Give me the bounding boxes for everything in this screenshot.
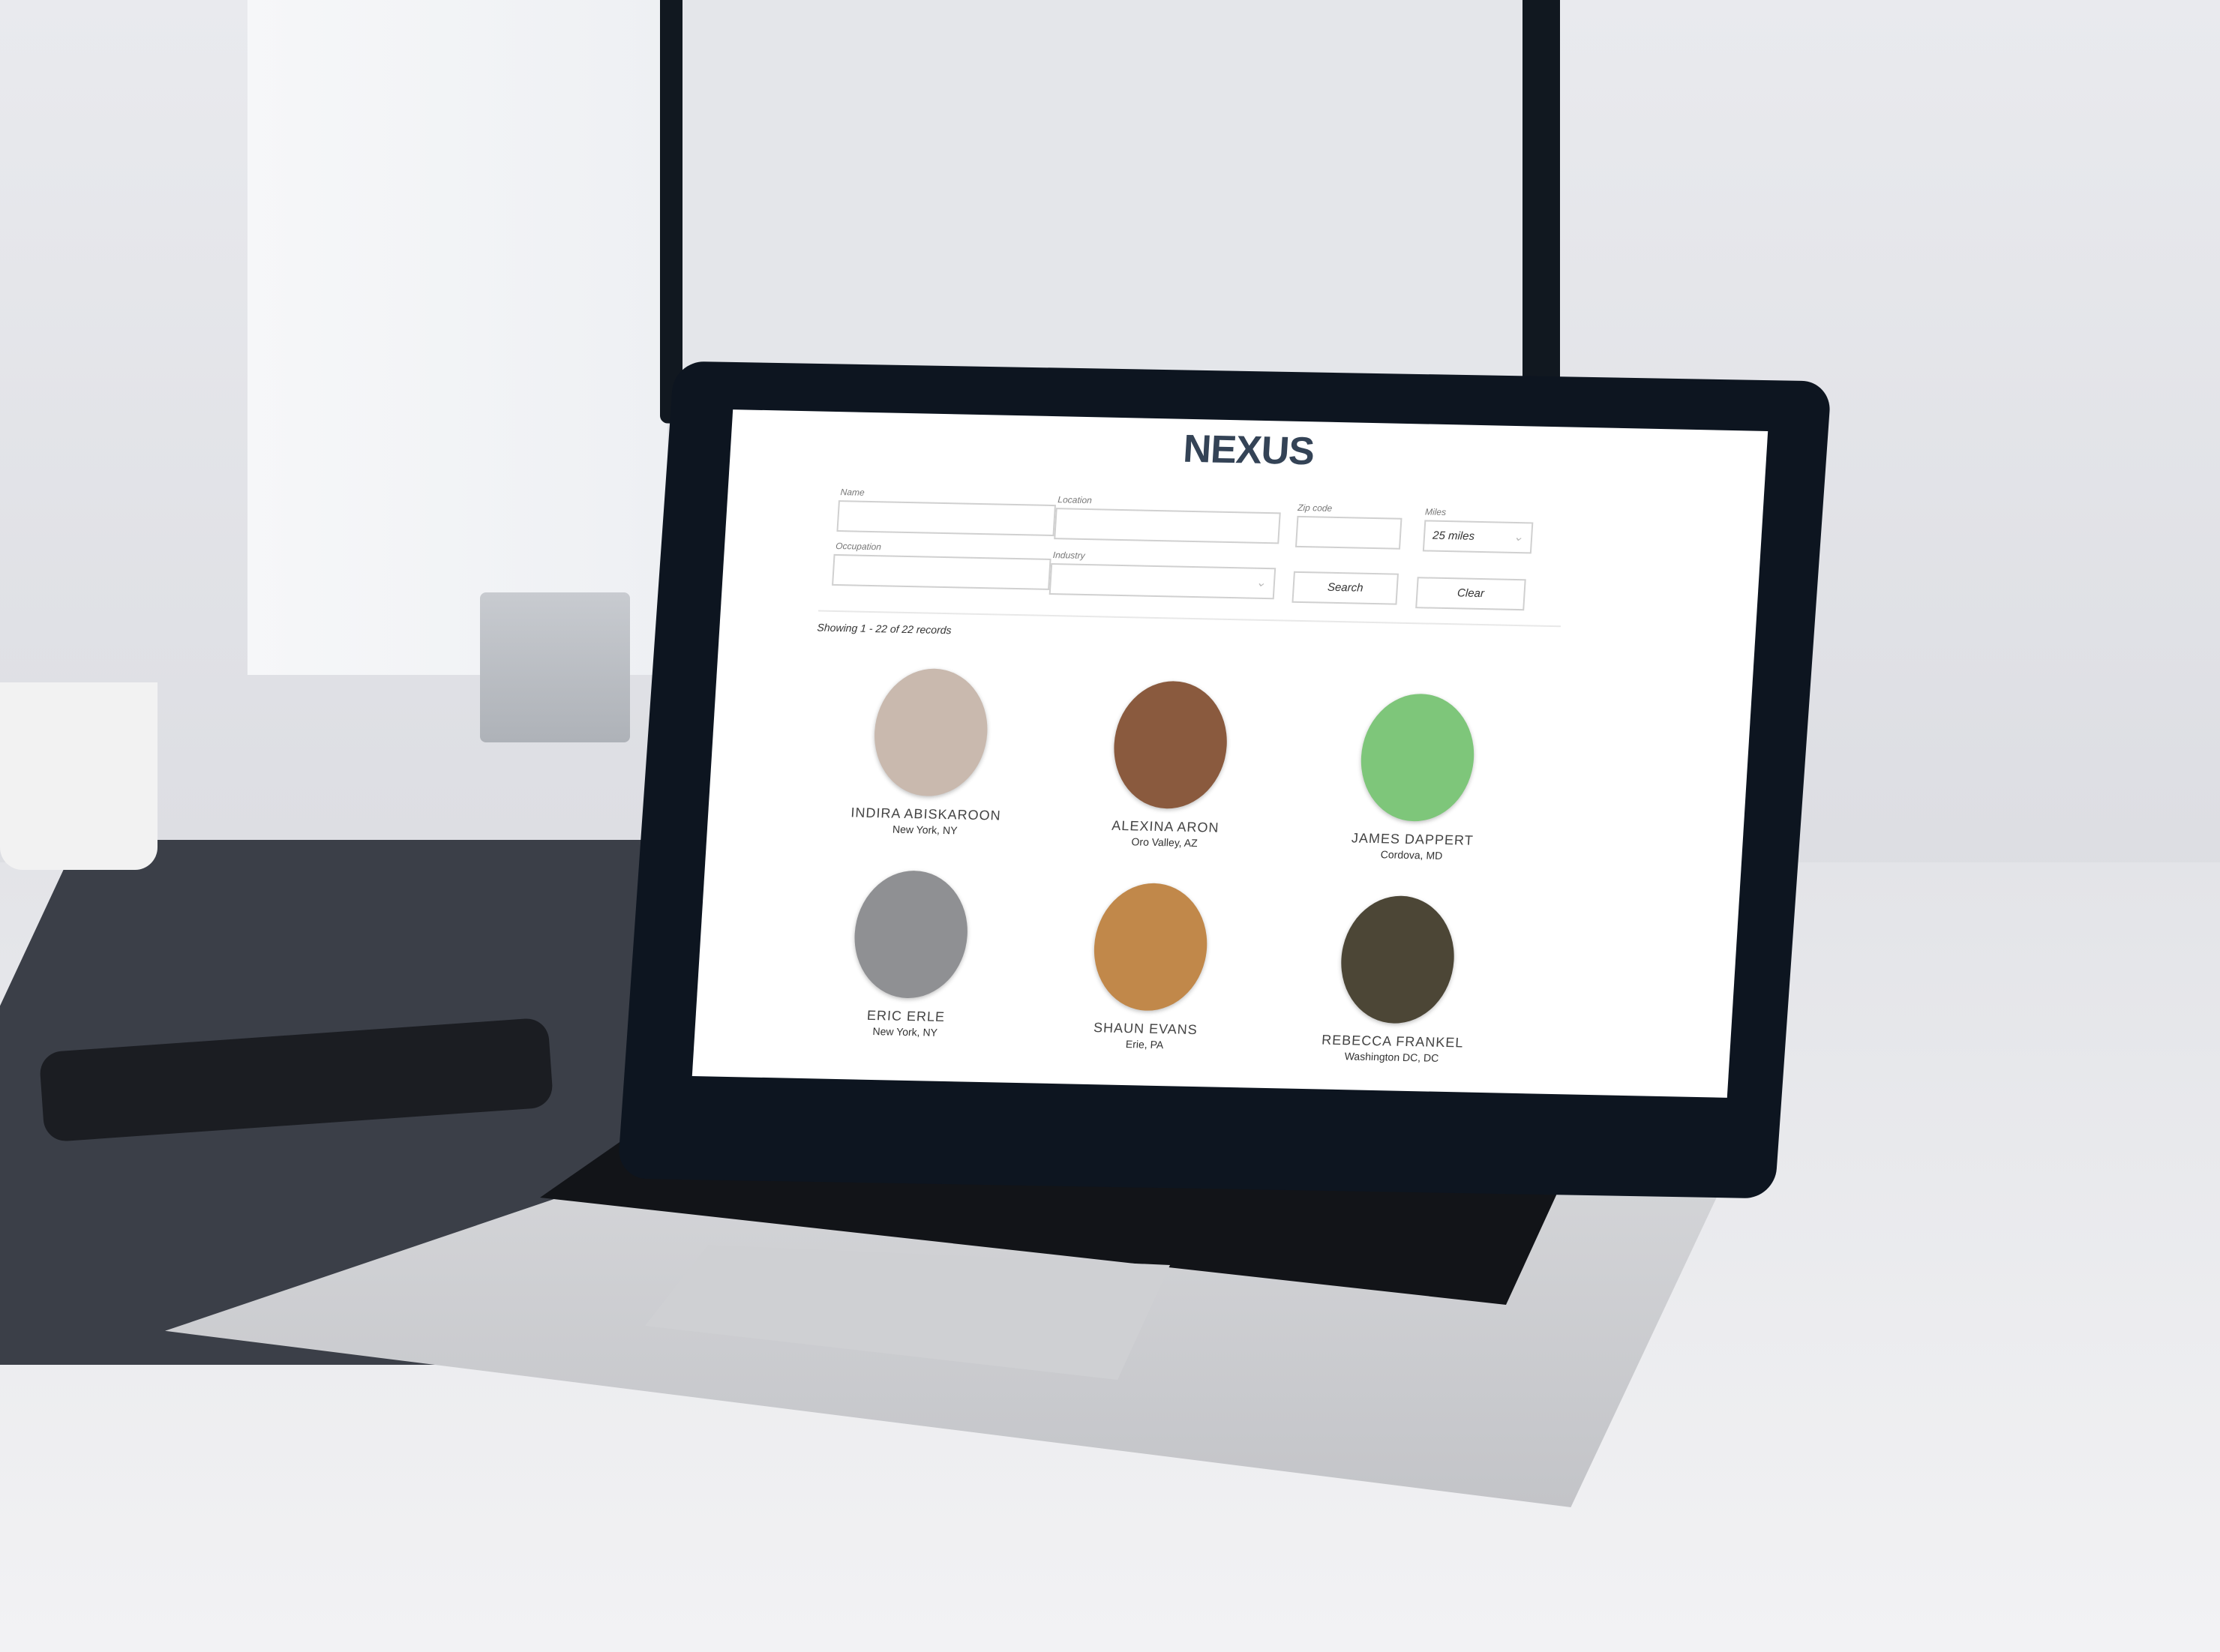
location-input[interactable] <box>1054 508 1281 544</box>
laptop-screen: NEXUS Name Location Zip code Miles 25 mi… <box>692 409 1768 1098</box>
avatar <box>1090 882 1211 1012</box>
search-button[interactable]: Search <box>1292 571 1399 605</box>
miles-value: 25 miles <box>1432 529 1475 543</box>
person-card[interactable]: ALEXINA ARON Oro Valley, AZ <box>1066 679 1272 850</box>
avatar <box>1337 895 1458 1025</box>
location-label: Location <box>1058 494 1093 506</box>
person-location: New York, NY <box>872 1025 938 1039</box>
name-label: Name <box>840 487 866 498</box>
mug <box>0 682 158 870</box>
clear-button[interactable]: Clear <box>1415 577 1526 611</box>
person-name: ERIC ERLE <box>866 1007 946 1025</box>
avatar <box>1357 692 1478 823</box>
person-card[interactable]: ERIC ERLE New York, NY <box>807 868 1012 1039</box>
results-summary: Showing 1 - 22 of 22 records <box>817 621 952 637</box>
person-name: INDIRA ABISKAROON <box>850 805 1002 823</box>
person-name: REBECCA FRANKEL <box>1321 1032 1464 1051</box>
person-name: JAMES DAPPERT <box>1351 830 1474 848</box>
person-card[interactable]: REBECCA FRANKEL Washington DC, DC <box>1294 894 1499 1065</box>
name-input[interactable] <box>836 500 1057 537</box>
person-location: New York, NY <box>892 823 958 837</box>
miles-select[interactable]: 25 miles ⌄ <box>1422 520 1534 554</box>
person-location: Washington DC, DC <box>1344 1050 1439 1064</box>
avatar <box>1110 679 1231 810</box>
zip-label: Zip code <box>1297 502 1333 514</box>
person-name: SHAUN EVANS <box>1093 1020 1198 1038</box>
plant-pot <box>480 592 630 742</box>
chevron-down-icon: ⌄ <box>1513 530 1524 544</box>
person-name: ALEXINA ARON <box>1111 817 1220 835</box>
window-background <box>248 0 668 675</box>
person-location: Oro Valley, AZ <box>1131 835 1198 850</box>
occupation-label: Occupation <box>835 540 882 553</box>
zip-input[interactable] <box>1294 515 1402 550</box>
person-card[interactable]: SHAUN EVANS Erie, PA <box>1047 881 1252 1052</box>
industry-label: Industry <box>1052 550 1086 561</box>
person-card[interactable]: INDIRA ABISKAROON New York, NY <box>827 667 1033 838</box>
person-location: Erie, PA <box>1125 1038 1164 1051</box>
chevron-down-icon: ⌄ <box>1256 576 1267 589</box>
avatar <box>871 667 992 798</box>
industry-select[interactable]: ⌄ <box>1048 562 1276 600</box>
avatar <box>850 869 971 1000</box>
person-card[interactable]: JAMES DAPPERT Cordova, MD <box>1314 692 1520 863</box>
person-location: Cordova, MD <box>1380 848 1443 862</box>
monitor-screen <box>682 0 1522 401</box>
occupation-input[interactable] <box>832 553 1052 590</box>
miles-label: Miles <box>1424 506 1447 518</box>
